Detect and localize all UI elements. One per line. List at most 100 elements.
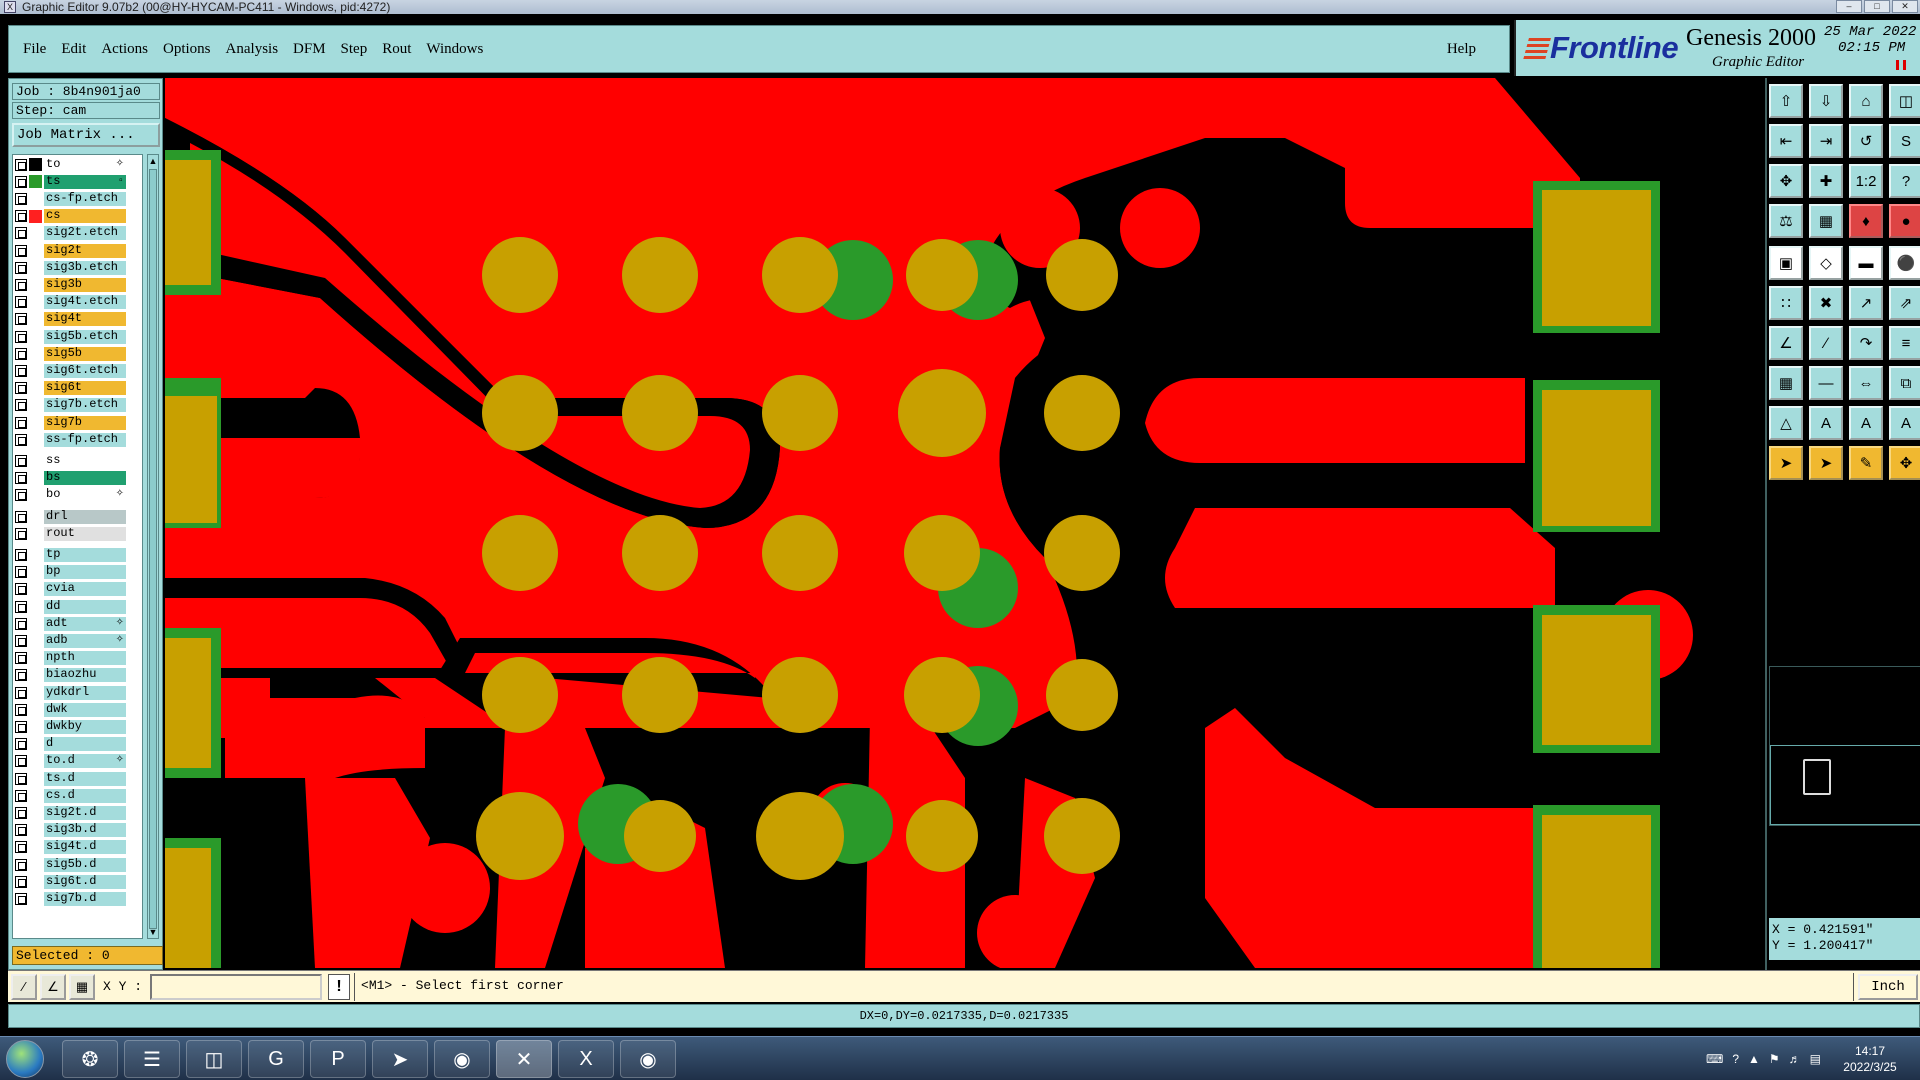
pad-edit-icon[interactable]: ▦ [1769,366,1803,400]
triangle-c-icon[interactable]: A [1889,406,1920,440]
layer-name[interactable]: sig4t [44,312,126,327]
layer-name[interactable]: ts ▫ [44,174,126,189]
layer-checkbox[interactable] [15,789,27,802]
layer-checkbox[interactable] [15,158,27,171]
menu-edit[interactable]: Edit [61,41,86,58]
load-icon[interactable]: ⇧ [1769,84,1803,118]
window-icon[interactable]: ◫ [1889,84,1920,118]
layer-name[interactable]: sig7b [44,415,126,430]
layer-checkbox[interactable] [15,703,27,716]
layer-row[interactable]: drl [15,509,126,524]
layer-checkbox[interactable] [15,527,27,540]
taskbar-notepad-icon[interactable]: ☰ [124,1040,180,1078]
drill-icon[interactable]: ● [1889,204,1920,238]
layer-checkbox[interactable] [15,892,27,905]
layer-checkbox[interactable] [15,382,27,395]
layer-checkbox[interactable] [15,566,27,579]
layer-row[interactable]: bs [15,471,126,486]
redraw-icon[interactable]: ↺ [1849,124,1883,158]
layer-checkbox[interactable] [15,244,27,257]
layer-name[interactable]: sig5b [44,346,126,361]
layer-checkbox[interactable] [15,806,27,819]
layer-name[interactable]: ydkdrl [44,685,126,700]
grid-icon[interactable]: ▦ [1809,204,1843,238]
layer-name[interactable]: d [44,737,126,752]
tray-flag-icon[interactable]: ⚑ [1769,1052,1780,1066]
layer-name[interactable]: bs [44,471,126,486]
taskbar-p-icon[interactable]: P [310,1040,366,1078]
layer-name[interactable]: sig5b.etch [44,329,126,344]
layer-checkbox[interactable] [15,583,27,596]
taskbar-shell-icon[interactable]: ❂ [62,1040,118,1078]
menu-file[interactable]: File [23,41,46,58]
pointer-select-icon[interactable]: ➤ [1809,446,1843,480]
layer-row[interactable]: bo ✧ [15,488,126,503]
layer-checkbox[interactable] [15,548,27,561]
layer-checkbox[interactable] [15,720,27,733]
layer-checkbox[interactable] [15,858,27,871]
layer-checkbox[interactable] [15,330,27,343]
taskbar-eye2-icon[interactable]: ◉ [620,1040,676,1078]
layer-name[interactable]: sig6t.etch [44,363,126,378]
layer-row[interactable]: to ✧ [15,157,126,172]
layer-row[interactable]: bp [15,565,126,580]
layer-checkbox[interactable] [15,416,27,429]
taskbar-g-icon[interactable]: G [248,1040,304,1078]
layer-name[interactable]: adt ✧ [44,616,126,631]
align-icon[interactable]: ≡ [1889,326,1920,360]
layer-row[interactable]: sig6t [15,381,126,396]
pointer-icon[interactable]: ➤ [1769,446,1803,480]
branch-icon[interactable]: ⇗ [1889,286,1920,320]
copy-icon[interactable]: ⧉ [1889,366,1920,400]
layer-row[interactable]: ss-fp.etch [15,432,126,447]
layer-name[interactable]: sig3b.etch [44,260,126,275]
layer-name[interactable]: drl [44,509,126,524]
layer-row[interactable]: cvia [15,582,126,597]
layer-row[interactable]: sig6t.d [15,874,126,889]
layer-row[interactable]: d [15,737,126,752]
layer-checkbox[interactable] [15,510,27,523]
angle-icon[interactable]: ∠ [1769,326,1803,360]
layer-name[interactable]: cs [44,209,126,224]
layer-checkbox[interactable] [15,433,27,446]
layer-row[interactable]: sig3b.d [15,823,126,838]
angle-tool-icon[interactable]: ∠ [40,973,66,1000]
arc-icon[interactable]: ↷ [1849,326,1883,360]
layer-row[interactable]: tp [15,547,126,562]
layer-name[interactable]: to ✧ [44,157,126,172]
taskbar-genesis-icon[interactable]: ✕ [496,1040,552,1078]
layer-name[interactable]: biaozhu [44,668,126,683]
layer-name[interactable]: adb ✧ [44,633,126,648]
layer-row[interactable]: biaozhu [15,668,126,683]
layer-checkbox[interactable] [15,472,27,485]
layer-name[interactable]: sig6t.d [44,874,126,889]
close-button[interactable]: ✕ [1892,0,1918,13]
layer-row[interactable]: rout [15,526,126,541]
layer-row[interactable]: sig3b.etch [15,260,126,275]
zoom-forward-icon[interactable]: ⇥ [1809,124,1843,158]
layer-checkbox[interactable] [15,192,27,205]
scroll-thumb[interactable] [149,169,157,929]
tray-keyboard-icon[interactable]: ⌨ [1706,1052,1723,1066]
layer-row[interactable]: dwk [15,702,126,717]
layer-name[interactable]: sig3b.d [44,823,126,838]
job-matrix-button[interactable]: Job Matrix ... [12,123,160,147]
layer-checkbox[interactable] [15,347,27,360]
layer-name[interactable]: to.d ✧ [44,754,126,769]
layer-row[interactable]: ts.d [15,771,126,786]
layer-row[interactable]: sig3b [15,277,126,292]
taskbar-bird-icon[interactable]: ➤ [372,1040,428,1078]
layer-checkbox[interactable] [15,634,27,647]
scroll-up-icon[interactable]: ▲ [148,155,158,167]
layer-row[interactable]: cs.d [15,788,126,803]
layer-checkbox[interactable] [15,175,27,188]
layer-name[interactable]: sig2t.etch [44,226,126,241]
taskbar-eye-icon[interactable]: ◉ [434,1040,490,1078]
connect-icon[interactable]: ↗ [1849,286,1883,320]
layer-row[interactable]: adb ✧ [15,633,126,648]
measure-icon[interactable]: ⚖ [1769,204,1803,238]
layer-name[interactable]: sig2t.d [44,805,126,820]
units-selector[interactable]: Inch [1858,973,1919,1000]
select-pad-icon[interactable]: ▣ [1769,246,1803,280]
maximize-button[interactable]: □ [1864,0,1890,13]
